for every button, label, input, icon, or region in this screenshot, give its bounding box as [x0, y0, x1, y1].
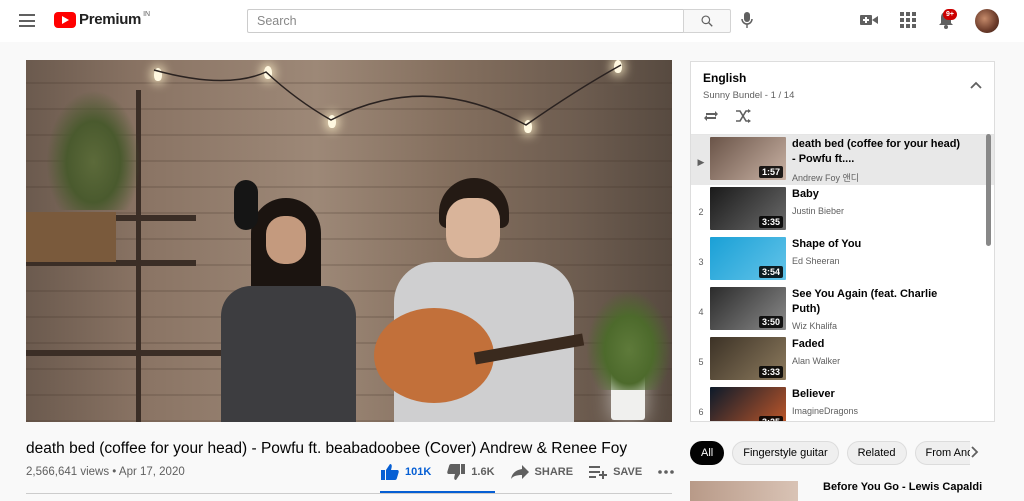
playlist-item-index: 2	[698, 207, 704, 217]
playlist-item-channel[interactable]: ImagineDragons	[792, 406, 962, 416]
thumbs-down-icon	[447, 464, 466, 480]
playlist-item-title[interactable]: Shape of You	[792, 237, 962, 252]
share-label: SHARE	[534, 466, 574, 478]
playlist-item-channel[interactable]: Wiz Khalifa	[792, 321, 962, 331]
more-horizontal-icon	[658, 470, 675, 474]
dislike-button[interactable]: 1.6K	[447, 464, 495, 480]
video-title: death bed (coffee for your head) - Powfu…	[26, 440, 628, 457]
video-guitarist	[374, 178, 585, 422]
search-icon	[701, 15, 713, 27]
notification-badge: 9+	[943, 9, 957, 20]
guitarist-face	[446, 198, 500, 258]
playlist-items: ▶ 1:57 death bed (coffee for your head) - …	[691, 135, 994, 421]
playlist-item-thumbnail[interactable]: 1:57	[710, 137, 786, 180]
save-button[interactable]: SAVE	[589, 465, 642, 479]
playlist-title[interactable]: English	[703, 71, 982, 85]
dislike-count: 1.6K	[471, 466, 495, 478]
thumbs-up-icon	[381, 464, 399, 480]
more-actions-button[interactable]	[658, 470, 675, 474]
playlist-item-index: 3	[698, 257, 704, 267]
video-string-lights	[153, 64, 622, 126]
playlist-item-duration: 3:50	[758, 316, 783, 328]
loop-icon[interactable]	[703, 109, 719, 123]
playlist-item-duration: 3:54	[758, 266, 783, 278]
shuffle-icon[interactable]	[735, 109, 751, 123]
playlist-item-index: 6	[698, 407, 704, 417]
playlist-item-channel[interactable]: Andrew Foy 앤디	[792, 171, 962, 184]
share-button[interactable]: SHARE	[510, 465, 574, 479]
playlist-item-title[interactable]: See You Again (feat. Charlie Puth)	[792, 287, 962, 317]
playlist-subtitle: Sunny Bundel - 1 / 14	[703, 90, 795, 101]
playlist-item[interactable]: 4 3:50 See You Again (feat. Charlie Puth) W…	[691, 285, 994, 335]
logo-country: IN	[143, 11, 151, 18]
playlist-item-channel[interactable]: Ed Sheeran	[792, 256, 962, 266]
avatar[interactable]	[975, 9, 999, 33]
like-button[interactable]: 101K	[381, 464, 431, 480]
playlist-item-duration: 3:35	[758, 216, 783, 228]
video-singer	[221, 198, 356, 422]
playlist-item-channel[interactable]: Alan Walker	[792, 356, 962, 366]
playlist-item-duration: 1:57	[758, 166, 783, 178]
logo-text: Premium	[79, 11, 142, 28]
playlist-item[interactable]: ▶ 1:57 death bed (coffee for your head) - …	[691, 135, 994, 185]
save-label: SAVE	[613, 466, 643, 478]
apps-grid-icon[interactable]	[900, 12, 916, 28]
filter-chip[interactable]: Related	[846, 441, 907, 465]
playlist-item-thumbnail[interactable]: 3:50	[710, 287, 786, 330]
share-arrow-icon	[510, 465, 529, 479]
playlist-item-title[interactable]: Baby	[792, 187, 962, 202]
playlist-item-thumbnail[interactable]: 3:35	[710, 187, 786, 230]
playlist-item-index: ▶	[697, 157, 705, 167]
filter-chip[interactable]: All	[690, 441, 725, 465]
chevron-up-icon[interactable]	[970, 81, 982, 89]
youtube-logo[interactable]: Premium IN	[54, 11, 151, 28]
playlist-scrollbar[interactable]	[986, 134, 991, 246]
video-views-date: 2,566,641 views • Apr 17, 2020	[26, 466, 185, 478]
youtube-play-icon	[54, 12, 76, 28]
playlist-item-title[interactable]: Faded	[792, 337, 962, 352]
playlist-item[interactable]: 5 3:33 Faded Alan Walker	[691, 335, 994, 385]
playlist-item-title[interactable]: Believer	[792, 387, 962, 402]
playlist-item-thumbnail[interactable]: 3:33	[710, 337, 786, 380]
playlist-panel: English Sunny Bundel - 1 / 14 ▶ 1:57 death…	[690, 61, 995, 422]
singer-face	[266, 216, 306, 264]
playlist-item-duration: 3:25	[758, 416, 783, 421]
playlist-item-index: 4	[698, 307, 704, 317]
menu-icon[interactable]	[19, 14, 35, 27]
playlist-item-thumbnail[interactable]: 3:25	[710, 387, 786, 421]
playlist-item[interactable]: 6 3:25 Believer ImagineDragons	[691, 385, 994, 421]
playlist-item-duration: 3:33	[758, 366, 783, 378]
singer-shirt	[221, 286, 356, 422]
search-input[interactable]: Search	[247, 9, 683, 33]
playlist-item-thumbnail[interactable]: 3:54	[710, 237, 786, 280]
video-shelf-lower	[26, 350, 226, 356]
next-video-title[interactable]: Before You Go - Lewis Capaldi	[823, 481, 982, 493]
microphone-icon[interactable]	[741, 12, 753, 29]
video-player[interactable]	[26, 60, 672, 422]
playlist-item[interactable]: 2 3:35 Baby Justin Bieber	[691, 185, 994, 235]
search-button[interactable]	[683, 9, 731, 33]
chevron-right-icon[interactable]	[970, 445, 980, 459]
playlist-item[interactable]: 3 3:54 Shape of You Ed Sheeran	[691, 235, 994, 285]
video-microphone	[234, 180, 258, 230]
create-video-icon[interactable]	[860, 13, 878, 27]
playlist-item-channel[interactable]: Justin Bieber	[792, 206, 962, 216]
playlist-item-title[interactable]: death bed (coffee for your head) - Powfu…	[792, 137, 962, 167]
divider	[26, 493, 672, 494]
video-plant-right	[586, 290, 672, 390]
filter-chips: All Fingerstyle guitar Related From Andrew	[690, 441, 970, 467]
video-actions: 101K 1.6K SHARE SAVE	[381, 464, 690, 480]
like-count: 101K	[405, 466, 432, 478]
top-bar: Premium IN Search 9+	[0, 0, 1024, 42]
video-basket	[26, 212, 116, 262]
playlist-item-index: 5	[698, 357, 704, 367]
playlist-add-icon	[589, 466, 608, 479]
next-video-thumbnail[interactable]	[690, 481, 798, 501]
filter-chip[interactable]: From Andrew	[914, 441, 970, 465]
playlist-header: English Sunny Bundel - 1 / 14	[691, 62, 994, 135]
filter-chip[interactable]: Fingerstyle guitar	[732, 441, 839, 465]
